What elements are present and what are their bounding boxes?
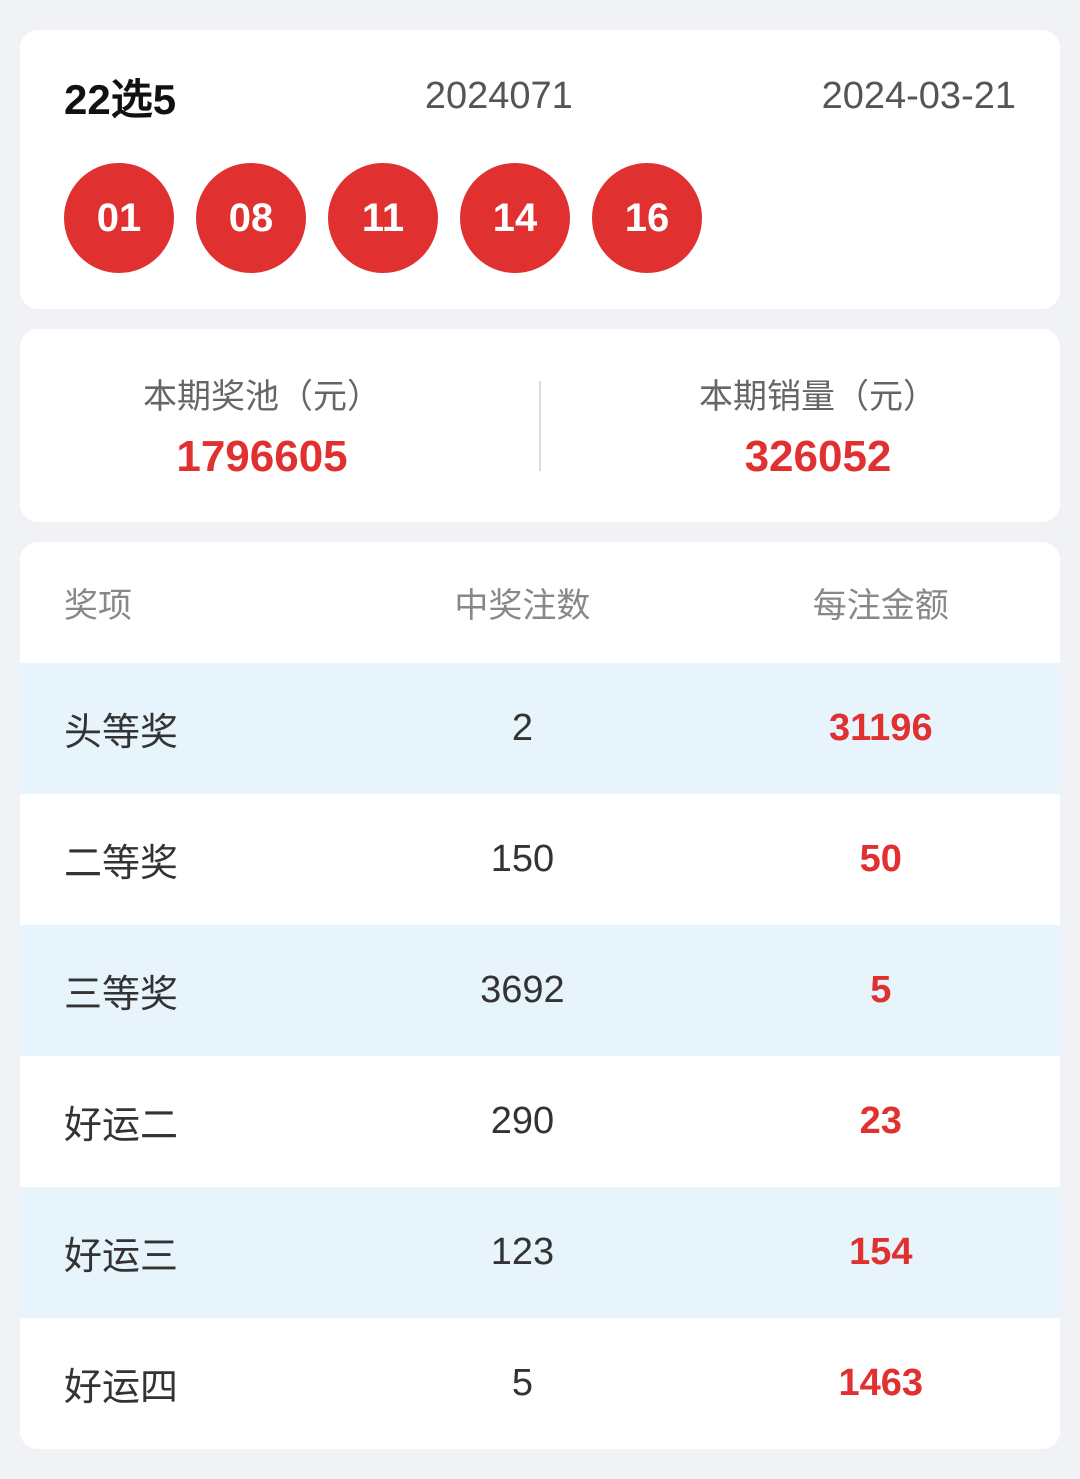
prize-amount: 50 <box>702 794 1060 925</box>
col-amount-header: 每注金额 <box>702 542 1060 663</box>
ball-1: 01 <box>64 163 174 273</box>
prize-winners: 2 <box>343 663 701 794</box>
sales-value: 326052 <box>745 432 892 482</box>
prize-name: 头等奖 <box>20 663 343 794</box>
pool-block: 本期奖池（元） 1796605 <box>143 369 381 482</box>
prize-amount: 23 <box>702 1056 1060 1187</box>
ball-4: 14 <box>460 163 570 273</box>
sales-label: 本期销量（元） <box>699 369 937 418</box>
col-prize-header: 奖项 <box>20 542 343 663</box>
prize-name: 好运三 <box>20 1187 343 1318</box>
table-row: 三等奖36925 <box>20 925 1060 1056</box>
prize-winners: 150 <box>343 794 701 925</box>
prize-name: 二等奖 <box>20 794 343 925</box>
header-row: 22选5 2024071 2024-03-21 <box>64 66 1016 127</box>
issue-number: 2024071 <box>425 75 573 118</box>
prize-amount: 5 <box>702 925 1060 1056</box>
col-winners-header: 中奖注数 <box>343 542 701 663</box>
table-row: 好运四51463 <box>20 1318 1060 1449</box>
prize-winners: 5 <box>343 1318 701 1449</box>
prize-amount: 1463 <box>702 1318 1060 1449</box>
prize-amount: 31196 <box>702 663 1060 794</box>
stats-card: 本期奖池（元） 1796605 本期销量（元） 326052 <box>20 329 1060 522</box>
game-title: 22选5 <box>64 66 176 127</box>
prize-winners: 3692 <box>343 925 701 1056</box>
table-row: 好运三123154 <box>20 1187 1060 1318</box>
prize-winners: 123 <box>343 1187 701 1318</box>
table-header-row: 奖项 中奖注数 每注金额 <box>20 542 1060 663</box>
stats-divider <box>539 381 541 471</box>
prize-table-card: 奖项 中奖注数 每注金额 头等奖231196二等奖15050三等奖36925好运… <box>20 542 1060 1449</box>
prize-name: 三等奖 <box>20 925 343 1056</box>
draw-date: 2024-03-21 <box>822 75 1016 118</box>
balls-row: 01 08 11 14 16 <box>64 163 1016 273</box>
top-card: 22选5 2024071 2024-03-21 01 08 11 14 16 <box>20 30 1060 309</box>
prize-table: 奖项 中奖注数 每注金额 头等奖231196二等奖15050三等奖36925好运… <box>20 542 1060 1449</box>
table-row: 好运二29023 <box>20 1056 1060 1187</box>
ball-5: 16 <box>592 163 702 273</box>
prize-winners: 290 <box>343 1056 701 1187</box>
pool-label: 本期奖池（元） <box>143 369 381 418</box>
prize-name: 好运四 <box>20 1318 343 1449</box>
sales-block: 本期销量（元） 326052 <box>699 369 937 482</box>
ball-3: 11 <box>328 163 438 273</box>
prize-name: 好运二 <box>20 1056 343 1187</box>
table-row: 头等奖231196 <box>20 663 1060 794</box>
prize-amount: 154 <box>702 1187 1060 1318</box>
ball-2: 08 <box>196 163 306 273</box>
table-row: 二等奖15050 <box>20 794 1060 925</box>
pool-value: 1796605 <box>176 432 347 482</box>
